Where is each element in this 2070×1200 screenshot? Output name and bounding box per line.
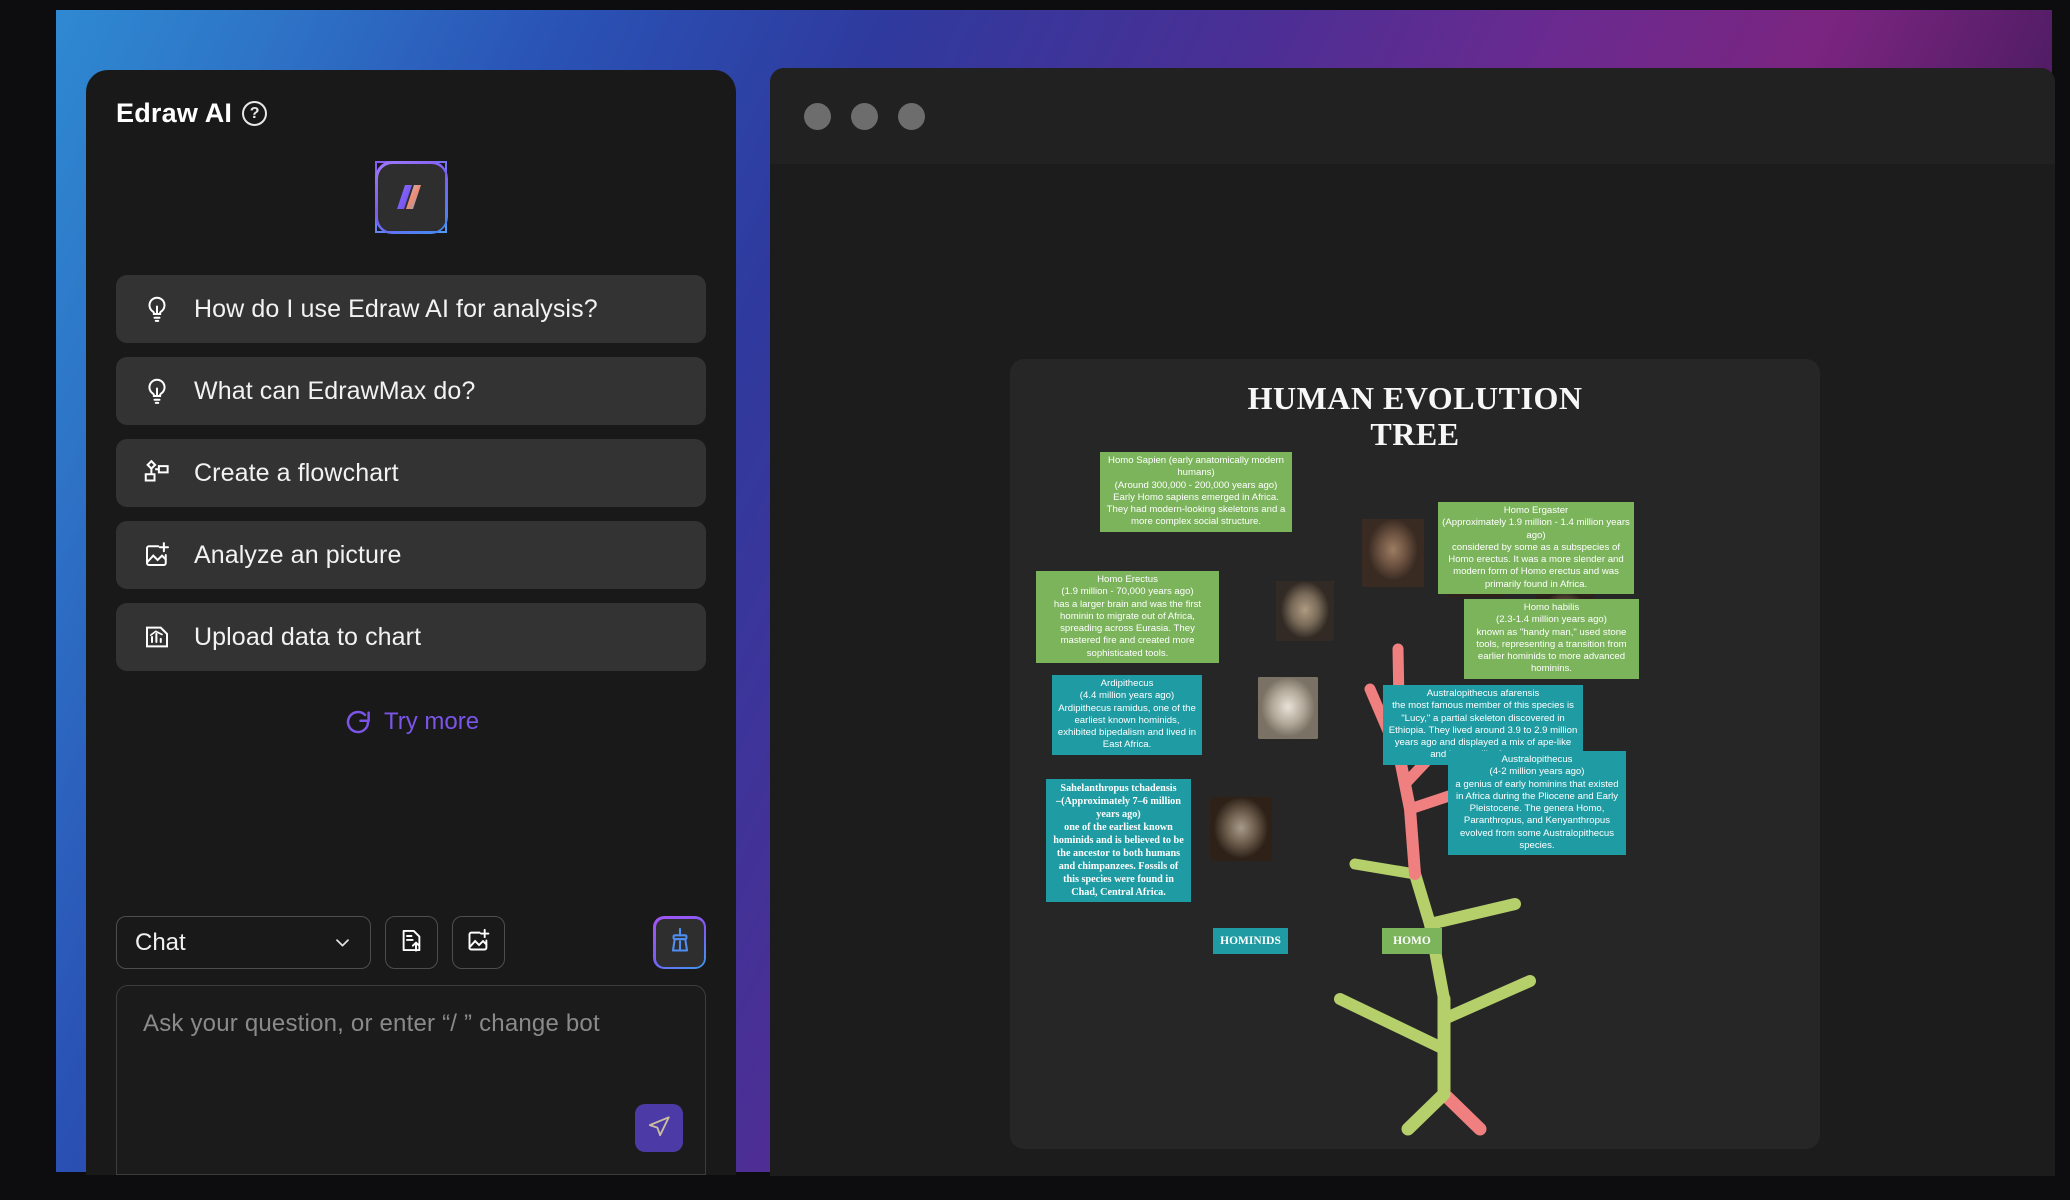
sahelanthropus-photo — [1210, 797, 1272, 861]
minimize-dot[interactable] — [851, 102, 878, 130]
human-evolution-tree-diagram: HUMAN EVOLUTION TREE Homo Sapien (early … — [1010, 359, 1820, 1149]
node-australopithecus[interactable]: Australopithecus (4-2 million years ago)… — [1448, 751, 1626, 856]
edraw-logo-glyph — [397, 185, 421, 209]
chat-input-placeholder: Ask your question, or enter “/ ” change … — [143, 1010, 600, 1037]
node-ardipithecus[interactable]: Ardipithecus (4.4 million years ago) Ard… — [1052, 675, 1202, 755]
suggestion-list: How do I use Edraw AI for analysis? What… — [116, 275, 706, 671]
refresh-icon — [343, 707, 373, 737]
node-sahelanthropus-tchadensis[interactable]: Sahelanthropus tchadensis –(Approximatel… — [1046, 779, 1191, 903]
send-button[interactable] — [635, 1104, 683, 1152]
image-add-icon — [142, 540, 172, 570]
try-more-button[interactable]: Try more — [86, 707, 736, 737]
suggestion-label: How do I use Edraw AI for analysis? — [194, 294, 598, 323]
bottom-label-homo[interactable]: HOMO — [1382, 928, 1442, 954]
question-mark-icon[interactable]: ? — [242, 101, 268, 126]
edraw-logo — [375, 161, 447, 233]
node-homo-sapien[interactable]: Homo Sapien (early anatomically modern h… — [1100, 452, 1292, 532]
flowchart-icon — [142, 458, 172, 488]
ardipithecus-photo — [1258, 677, 1318, 739]
suggestion-upload-data-to-chart[interactable]: Upload data to chart — [116, 603, 706, 671]
mode-select[interactable]: Chat — [116, 916, 371, 969]
chat-input-area[interactable]: Ask your question, or enter “/ ” change … — [116, 985, 706, 1175]
image-add-icon — [465, 927, 492, 959]
lightbulb-icon — [142, 294, 172, 324]
chevron-down-icon — [333, 933, 352, 952]
node-homo-ergaster[interactable]: Homo Ergaster (Approximately 1.9 million… — [1438, 502, 1634, 594]
suggestion-label: What can EdrawMax do? — [194, 376, 476, 405]
document-canvas: HUMAN EVOLUTION TREE Homo Sapien (early … — [770, 164, 2055, 1176]
chart-file-icon — [142, 622, 172, 652]
node-homo-habilis[interactable]: Homo habilis (2.3-1.4 million years ago)… — [1464, 599, 1639, 679]
page-title: Edraw AI — [116, 98, 233, 128]
mode-select-value: Chat — [135, 928, 186, 956]
clear-chat-button[interactable] — [653, 916, 706, 969]
broom-icon — [666, 926, 694, 959]
desktop-background: Edraw AI ? How do I use Edraw AI for ana… — [0, 0, 2070, 1200]
suggestion-label: Create a flowchart — [194, 458, 399, 487]
upload-image-button[interactable] — [452, 916, 505, 969]
lightbulb-icon — [142, 376, 172, 406]
suggestion-label: Upload data to chart — [194, 622, 422, 651]
edraw-ai-chat-panel: Edraw AI ? How do I use Edraw AI for ana… — [86, 70, 736, 1175]
suggestion-label: Analyze an picture — [194, 540, 402, 569]
chat-composer: Chat Ask your question, or enter “/ ” ch… — [86, 916, 736, 1175]
suggestion-analyze-an-picture[interactable]: Analyze an picture — [116, 521, 706, 589]
homo-erectus-photo — [1276, 581, 1334, 641]
file-upload-icon — [398, 927, 425, 959]
desktop-edge-top — [0, 0, 2070, 10]
send-icon — [646, 1113, 672, 1144]
brand-logo-container — [86, 161, 736, 233]
bottom-label-hominids[interactable]: HOMINIDS — [1213, 928, 1288, 954]
composer-toolbar: Chat — [116, 916, 706, 969]
maximize-dot[interactable] — [898, 102, 925, 130]
document-window: HUMAN EVOLUTION TREE Homo Sapien (early … — [770, 68, 2055, 1176]
desktop-edge-bottom — [0, 1172, 2070, 1200]
try-more-label: Try more — [383, 708, 480, 735]
upload-file-button[interactable] — [385, 916, 438, 969]
suggestion-how-do-i-use-edraw-ai[interactable]: How do I use Edraw AI for analysis? — [116, 275, 706, 343]
homo-sapien-photo — [1362, 519, 1424, 587]
suggestion-what-can-edrawmax-do[interactable]: What can EdrawMax do? — [116, 357, 706, 425]
suggestion-create-a-flowchart[interactable]: Create a flowchart — [116, 439, 706, 507]
window-titlebar — [770, 68, 2055, 164]
desktop-edge-left — [0, 0, 56, 1200]
close-dot[interactable] — [804, 102, 831, 130]
chat-panel-header: Edraw AI ? — [86, 70, 736, 129]
node-homo-erectus[interactable]: Homo Erectus (1.9 million - 70,000 years… — [1036, 571, 1219, 663]
